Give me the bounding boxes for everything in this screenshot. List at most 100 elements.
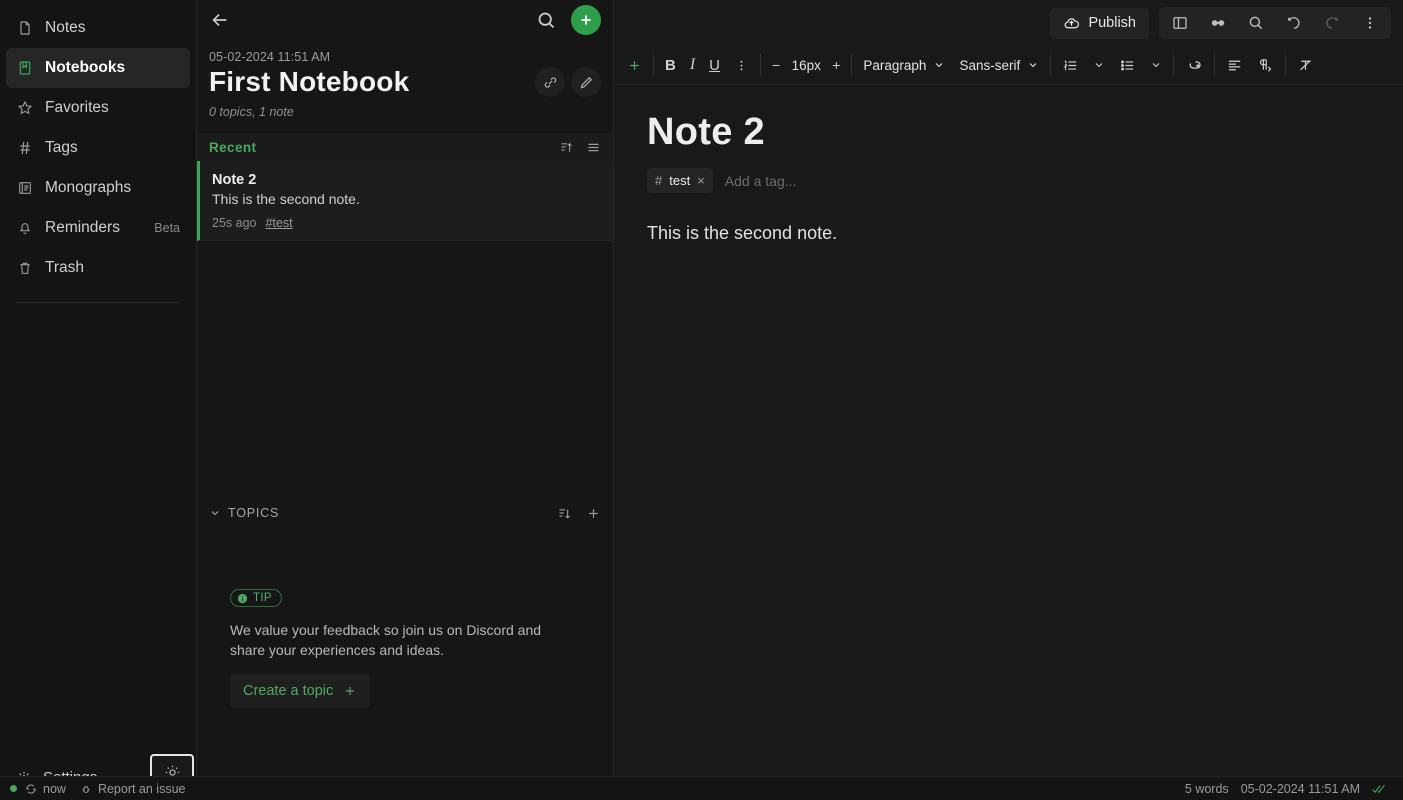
- ordered-list-icon[interactable]: [1055, 46, 1086, 84]
- recent-label: Recent: [209, 139, 257, 155]
- bullet-list-chevron-icon[interactable]: [1143, 46, 1169, 84]
- status-left: now Report an issue: [10, 782, 186, 796]
- create-topic-label: Create a topic: [243, 682, 334, 699]
- block-type-dropdown[interactable]: Paragraph: [856, 46, 952, 84]
- info-icon: [237, 593, 248, 604]
- publish-label: Publish: [1088, 15, 1136, 31]
- app-root: Notes Notebooks Favorites Tags Monograph: [0, 0, 1403, 800]
- sync-label: now: [43, 781, 66, 796]
- note-editor: Publish B I U − 16px + Paragraph Sans-se…: [614, 0, 1403, 800]
- bullet-list-icon[interactable]: [1112, 46, 1143, 84]
- tip-badge: TIP: [230, 589, 282, 607]
- editor-topbar: Publish: [614, 0, 1403, 46]
- search-icon[interactable]: [1237, 7, 1275, 39]
- text-direction-icon[interactable]: [1250, 46, 1281, 84]
- note-item-preview: This is the second note.: [212, 191, 360, 207]
- chevron-down-icon: [1027, 59, 1039, 71]
- sync-status[interactable]: now: [25, 782, 66, 796]
- split-view-icon[interactable]: [1161, 7, 1199, 39]
- font-family-value: Sans-serif: [959, 57, 1021, 73]
- note-list-item[interactable]: Note 2 This is the second note. 25s ago …: [197, 161, 613, 241]
- add-note-button[interactable]: [571, 5, 601, 35]
- align-left-icon[interactable]: [1219, 46, 1250, 84]
- list-view-icon[interactable]: [586, 140, 601, 155]
- publish-button[interactable]: Publish: [1050, 7, 1149, 39]
- tag-label: test: [669, 173, 691, 188]
- more-vertical-icon[interactable]: [1351, 7, 1389, 39]
- word-count: 5 words: [1184, 781, 1229, 796]
- report-issue-button[interactable]: Report an issue: [80, 782, 186, 796]
- redo-icon[interactable]: [1313, 7, 1351, 39]
- add-topic-icon[interactable]: [586, 506, 601, 521]
- topics-actions: [557, 506, 601, 521]
- toolbar-divider: [1214, 54, 1216, 76]
- chevron-down-icon: [933, 59, 945, 71]
- add-tag-input[interactable]: Add a tag...: [725, 173, 797, 189]
- sidebar-item-notebooks[interactable]: Notebooks: [6, 48, 190, 88]
- sidebar-item-favorites[interactable]: Favorites: [6, 88, 190, 128]
- toolbar-divider: [760, 54, 762, 76]
- block-type-value: Paragraph: [863, 57, 927, 73]
- sort-descending-icon[interactable]: [557, 506, 572, 521]
- notebook-icon: [16, 60, 33, 77]
- search-icon[interactable]: [536, 10, 557, 31]
- report-issue-label: Report an issue: [97, 781, 186, 796]
- sort-ascending-icon[interactable]: [559, 140, 574, 155]
- note-title[interactable]: Note 2: [647, 111, 1403, 154]
- undo-icon[interactable]: [1275, 7, 1313, 39]
- reading-mode-icon[interactable]: [1199, 7, 1237, 39]
- clear-formatting-icon[interactable]: [1290, 46, 1321, 84]
- formatting-toolbar: B I U − 16px + Paragraph Sans-serif: [614, 46, 1403, 85]
- tag-chip[interactable]: # test ×: [647, 168, 713, 193]
- toolbar-divider: [851, 54, 853, 76]
- italic-button[interactable]: I: [683, 46, 702, 84]
- note-content[interactable]: This is the second note.: [647, 223, 1403, 244]
- more-format-icon[interactable]: [727, 46, 756, 84]
- font-size-value[interactable]: 16px: [789, 58, 823, 73]
- insert-link-icon[interactable]: [1178, 46, 1210, 84]
- toolbar-divider: [653, 54, 654, 76]
- editor-view-tools: [1159, 7, 1391, 39]
- create-topic-button[interactable]: Create a topic: [230, 673, 371, 708]
- insert-button[interactable]: [620, 46, 649, 84]
- chevron-down-icon[interactable]: [209, 507, 221, 519]
- sidebar-item-label: Reminders: [45, 219, 120, 236]
- bold-button[interactable]: B: [658, 46, 683, 84]
- sidebar-item-reminders[interactable]: Reminders Beta: [6, 208, 190, 248]
- notebook-title-row: First Notebook: [197, 66, 613, 98]
- tag-row: # test × Add a tag...: [647, 168, 1403, 193]
- star-icon: [16, 100, 33, 117]
- list-pane-toolbar: [197, 0, 613, 40]
- sidebar-item-notes[interactable]: Notes: [6, 8, 190, 48]
- bell-icon: [16, 220, 33, 237]
- note-item-tag[interactable]: #test: [265, 216, 292, 230]
- topics-header: TOPICS: [197, 499, 613, 527]
- tip-badge-label: TIP: [253, 592, 272, 604]
- toolbar-divider: [1173, 54, 1175, 76]
- back-arrow-icon[interactable]: [209, 9, 231, 31]
- sidebar: Notes Notebooks Favorites Tags Monograph: [0, 0, 197, 800]
- sidebar-item-trash[interactable]: Trash: [6, 248, 190, 288]
- monograph-icon: [16, 180, 33, 197]
- note-item-time: 25s ago: [212, 216, 257, 230]
- underline-button[interactable]: U: [702, 46, 727, 84]
- sidebar-divider: [16, 302, 180, 303]
- double-check-icon: [1372, 783, 1387, 795]
- page-title: First Notebook: [209, 66, 410, 97]
- ordered-list-chevron-icon[interactable]: [1086, 46, 1112, 84]
- font-family-dropdown[interactable]: Sans-serif: [952, 46, 1046, 84]
- link-icon[interactable]: [535, 67, 565, 97]
- remove-tag-icon[interactable]: ×: [697, 173, 705, 188]
- cloud-upload-icon: [1063, 15, 1080, 32]
- increase-font-size-button[interactable]: +: [832, 57, 840, 73]
- note-item-footer: 25s ago #test: [212, 216, 601, 230]
- sync-icon: [25, 783, 37, 795]
- decrease-font-size-button[interactable]: −: [772, 57, 780, 73]
- notebook-list-pane: 05-02-2024 11:51 AM First Notebook 0 top…: [197, 0, 614, 800]
- status-bar: now Report an issue 5 words 05-02-2024 1…: [0, 776, 1403, 800]
- sidebar-item-monographs[interactable]: Monographs: [6, 168, 190, 208]
- sidebar-item-tags[interactable]: Tags: [6, 128, 190, 168]
- sidebar-item-label: Tags: [45, 139, 78, 156]
- sidebar-item-label: Favorites: [45, 99, 109, 116]
- pencil-icon[interactable]: [571, 67, 601, 97]
